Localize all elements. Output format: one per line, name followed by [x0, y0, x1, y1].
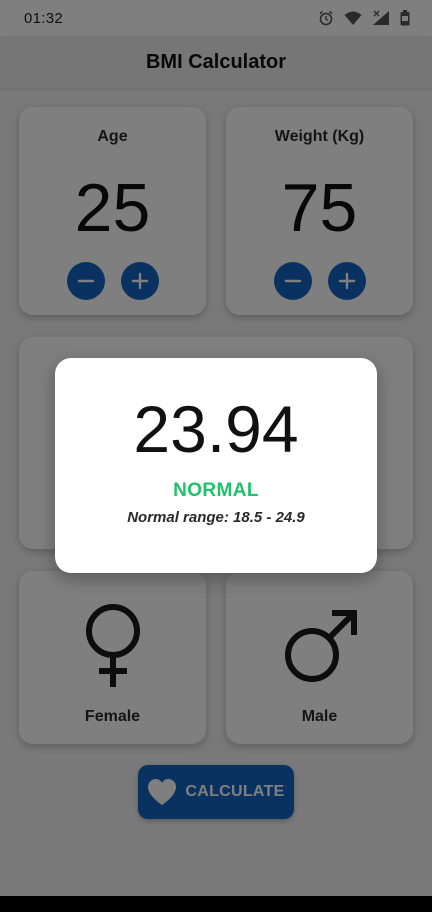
bmi-normal-range: Normal range: 18.5 - 24.9 — [127, 509, 305, 526]
bmi-value: 23.94 — [133, 392, 299, 466]
result-dialog: 23.94 NORMAL Normal range: 18.5 - 24.9 — [55, 358, 377, 573]
bmi-category: NORMAL — [173, 480, 259, 501]
navigation-bar — [0, 896, 432, 912]
